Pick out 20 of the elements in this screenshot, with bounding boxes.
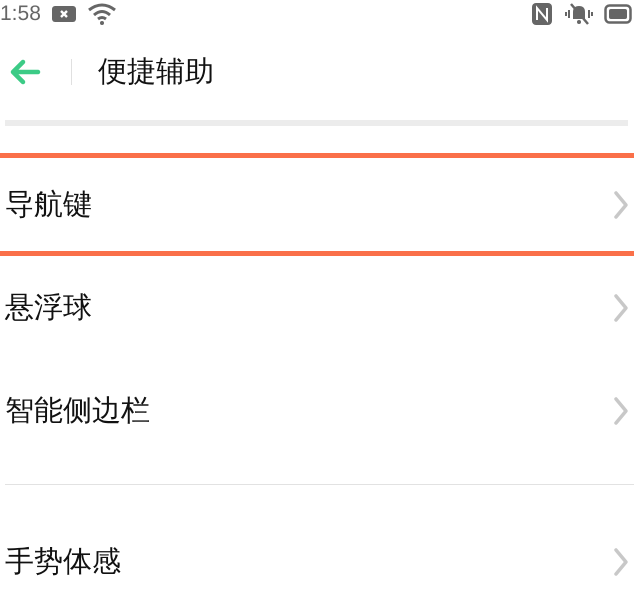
page-title: 便捷辅助 [98,53,214,90]
settings-label: 悬浮球 [5,288,92,326]
settings-label: 手势体感 [5,542,121,580]
chevron-right-icon [612,546,630,576]
chevron-right-icon [612,396,630,426]
settings-row[interactable]: 手势体感 [0,510,634,593]
settings-label: 导航键 [5,186,92,222]
chevron-right-icon [612,190,630,220]
settings-row[interactable]: 导航键 [0,153,634,256]
battery-icon [604,3,632,25]
back-arrow-icon [8,58,42,86]
back-button[interactable] [8,58,42,86]
settings-row[interactable]: 智能侧边栏 [0,359,634,462]
settings-row[interactable]: 悬浮球 [0,256,634,359]
status-time: 1:58 [0,2,41,26]
vibrate-mute-icon [564,2,594,26]
wifi-icon [86,3,117,25]
notification-icon [50,4,77,24]
chevron-right-icon [612,292,630,322]
settings-label: 智能侧边栏 [5,392,150,428]
